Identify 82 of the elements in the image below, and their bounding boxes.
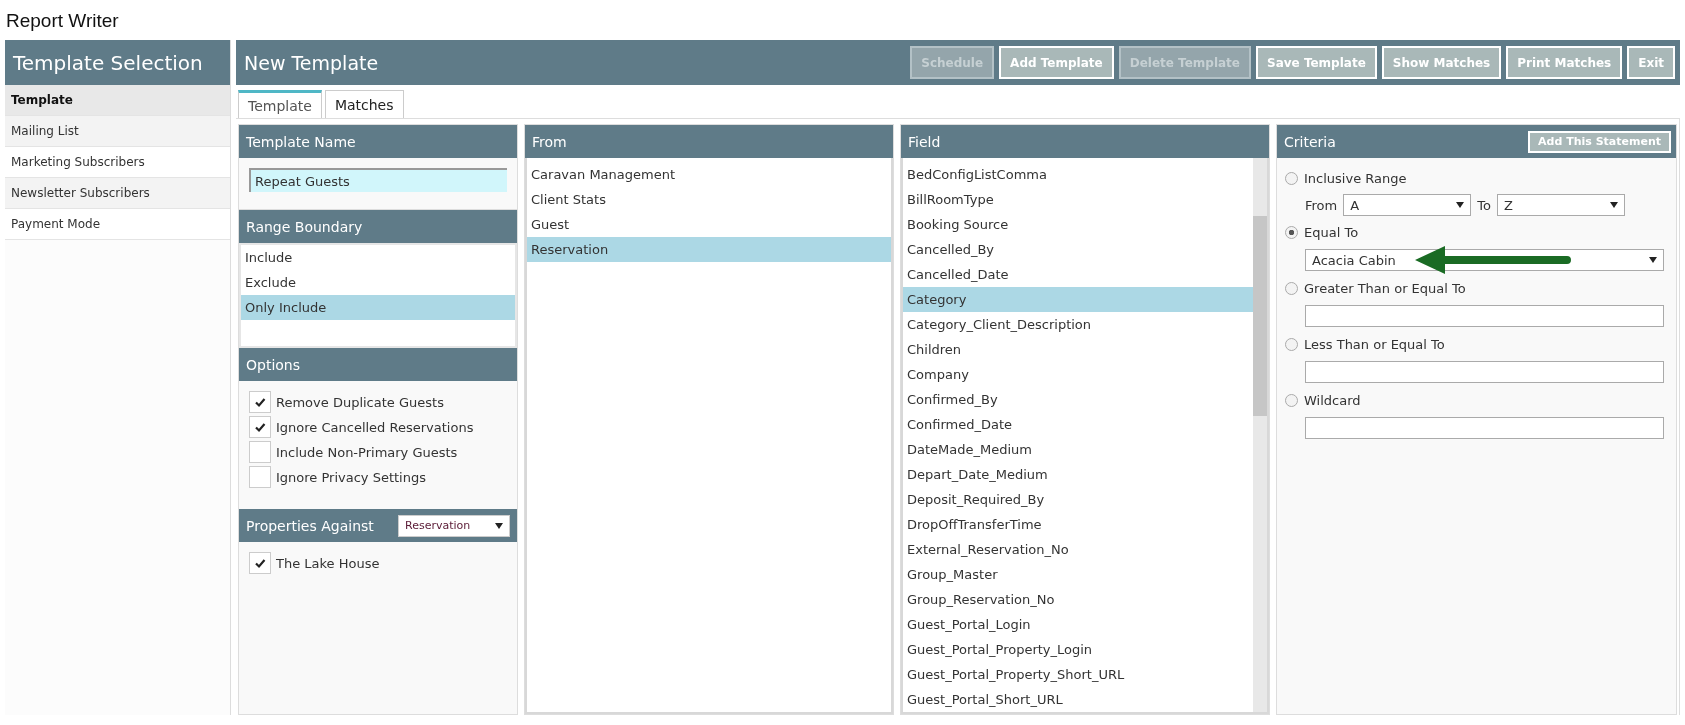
panel-header: From xyxy=(525,125,893,158)
radio-button[interactable] xyxy=(1285,281,1298,295)
panel-title: Criteria xyxy=(1284,133,1336,150)
from-dropdown[interactable]: A xyxy=(1343,194,1472,216)
list-item[interactable]: BillRoomType xyxy=(903,187,1253,212)
checkbox[interactable] xyxy=(249,391,271,413)
list-item[interactable]: Guest_Portal_Login xyxy=(903,612,1253,637)
checkbox[interactable] xyxy=(249,416,271,438)
list-item[interactable]: Booking Source xyxy=(903,212,1253,237)
checkbox[interactable] xyxy=(249,466,271,488)
list-item[interactable]: Reservation xyxy=(527,237,891,262)
radio-button[interactable] xyxy=(1285,225,1298,239)
list-item[interactable]: Cancelled_By xyxy=(903,237,1253,262)
list-item[interactable]: Include xyxy=(241,245,515,270)
tab[interactable]: Matches xyxy=(324,90,404,118)
list-item[interactable]: Category xyxy=(903,287,1253,312)
list-item[interactable]: Exclude xyxy=(241,270,515,295)
panel-header: Field xyxy=(901,125,1269,158)
page-title: New Template xyxy=(244,51,379,74)
list-item[interactable]: DateMade_Medium xyxy=(903,437,1253,462)
sidebar-title: Template Selection xyxy=(5,40,230,85)
scroll-thumb[interactable] xyxy=(1253,216,1267,416)
list-item[interactable]: DropOffTransferTime xyxy=(903,512,1253,537)
list-item[interactable]: Company xyxy=(903,362,1253,387)
list-item[interactable]: Group_Master xyxy=(903,562,1253,587)
panel-title: Properties Against xyxy=(246,517,374,534)
scrollbar[interactable] xyxy=(1253,158,1267,712)
list-item[interactable]: Category_Client_Description xyxy=(903,312,1253,337)
caret-icon xyxy=(1456,201,1465,209)
checkbox[interactable] xyxy=(249,441,271,463)
list-item[interactable]: Guest_Portal_Short_URL xyxy=(903,687,1253,712)
list-item[interactable]: Guest_Portal_Property_Short_URL xyxy=(903,662,1253,687)
sidebar-item[interactable]: Template xyxy=(5,85,230,116)
checkmark-icon xyxy=(254,421,266,433)
checkbox[interactable] xyxy=(249,552,271,574)
panel-header: Template Name xyxy=(239,125,517,158)
value-field[interactable] xyxy=(1305,361,1664,383)
sidebar-item[interactable]: Newsletter Subscribers xyxy=(5,178,230,209)
list-item[interactable]: Guest_Portal_Property_Login xyxy=(903,637,1253,662)
to-label: To xyxy=(1477,197,1491,213)
radio-button[interactable] xyxy=(1285,171,1298,185)
panel-header: Options xyxy=(239,348,517,381)
list-item[interactable]: Only Include xyxy=(241,295,515,320)
list-item[interactable]: Confirmed_By xyxy=(903,387,1253,412)
sidebar-item[interactable]: Mailing List xyxy=(5,116,230,147)
radio-button[interactable] xyxy=(1285,337,1298,351)
tab[interactable]: Template xyxy=(238,90,322,118)
list-item[interactable]: Cancelled_Date xyxy=(903,262,1253,287)
caret-icon xyxy=(1609,201,1618,209)
caret-icon xyxy=(495,521,503,530)
radio-label: Equal To xyxy=(1304,224,1359,240)
radio-label: Less Than or Equal To xyxy=(1304,336,1445,352)
list-item[interactable]: Confirmed_Date xyxy=(903,412,1253,437)
checkbox-label: The Lake House xyxy=(276,555,380,571)
property-dropdown[interactable]: Reservation xyxy=(398,514,510,537)
checkbox-label: Remove Duplicate Guests xyxy=(276,394,444,410)
radio-label: Greater Than or Equal To xyxy=(1304,280,1466,296)
radio-label: Inclusive Range xyxy=(1304,170,1407,186)
checkbox-label: Ignore Cancelled Reservations xyxy=(276,419,474,435)
list-item[interactable]: Caravan Management xyxy=(527,162,891,187)
checkbox-label: Ignore Privacy Settings xyxy=(276,469,426,485)
list-item[interactable]: Client Stats xyxy=(527,187,891,212)
list-item[interactable]: BedConfigListComma xyxy=(903,162,1253,187)
template-name-field[interactable]: Repeat Guests xyxy=(249,168,507,192)
panel-header: Range Boundary xyxy=(239,210,517,243)
radio-button[interactable] xyxy=(1285,393,1298,407)
caret-icon xyxy=(1649,256,1657,264)
list-item[interactable]: Group_Reservation_No xyxy=(903,587,1253,612)
value-field[interactable] xyxy=(1305,417,1664,439)
list-item[interactable]: Deposit_Required_By xyxy=(903,487,1253,512)
to-dropdown[interactable]: Z xyxy=(1496,194,1625,216)
checkbox-label: Include Non-Primary Guests xyxy=(276,444,458,460)
list-item[interactable]: Children xyxy=(903,337,1253,362)
from-label: From xyxy=(1305,197,1338,213)
radio-label: Wildcard xyxy=(1304,392,1361,408)
checkmark-icon xyxy=(254,396,266,408)
checkmark-icon xyxy=(254,557,266,569)
list-item[interactable]: Depart_Date_Medium xyxy=(903,462,1253,487)
list-item[interactable]: Guest xyxy=(527,212,891,237)
value-field[interactable] xyxy=(1305,305,1664,327)
app-title: Report Writer xyxy=(5,9,119,30)
list-item[interactable]: External_Reservation_No xyxy=(903,537,1253,562)
